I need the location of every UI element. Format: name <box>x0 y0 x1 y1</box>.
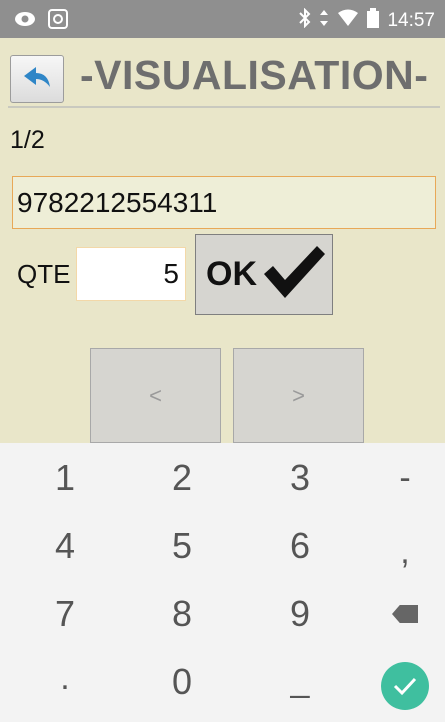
back-button[interactable] <box>10 55 64 103</box>
eye-icon <box>14 11 36 32</box>
key-7[interactable]: 7 <box>15 581 115 647</box>
clock: 14:57 <box>387 10 435 31</box>
key-done[interactable] <box>355 653 445 719</box>
header-divider <box>8 106 440 108</box>
checkmark-icon <box>261 244 327 305</box>
key-3[interactable]: 3 <box>250 445 350 511</box>
key-0[interactable]: 0 <box>132 649 232 715</box>
status-bar: 14:57 <box>0 0 445 38</box>
key-space[interactable]: _ <box>250 647 350 713</box>
key-minus[interactable]: - <box>355 445 445 511</box>
key-backspace[interactable] <box>355 581 445 647</box>
backspace-icon <box>392 605 418 623</box>
barcode-field[interactable]: 9782212554311 <box>12 176 436 229</box>
previous-button[interactable]: < <box>90 348 221 443</box>
bluetooth-icon <box>299 7 311 34</box>
battery-icon <box>367 8 380 34</box>
next-button[interactable]: > <box>233 348 364 443</box>
numeric-keyboard: 1 2 3 - 4 5 6 , 7 8 9 . 0 _ <box>0 443 445 722</box>
key-5[interactable]: 5 <box>132 513 232 579</box>
key-8[interactable]: 8 <box>132 581 232 647</box>
page-title: -VISUALISATION- <box>80 52 429 98</box>
page-counter: 1/2 <box>10 126 45 154</box>
quantity-label: QTE <box>17 259 71 289</box>
ok-button[interactable]: OK <box>195 234 333 315</box>
key-2[interactable]: 2 <box>132 445 232 511</box>
data-arrows-icon <box>319 8 329 34</box>
done-check-icon <box>381 662 429 710</box>
app-bar: -VISUALISATION- <box>0 38 445 110</box>
key-9[interactable]: 9 <box>250 581 350 647</box>
key-1[interactable]: 1 <box>15 445 115 511</box>
sync-icon <box>48 9 68 34</box>
key-4[interactable]: 4 <box>15 513 115 579</box>
quantity-input[interactable]: 5 <box>76 247 186 301</box>
reply-arrow-icon <box>22 65 52 94</box>
ok-button-label: OK <box>206 255 257 293</box>
key-period[interactable]: . <box>15 645 115 711</box>
wifi-icon <box>337 9 359 33</box>
key-comma[interactable]: , <box>355 519 445 585</box>
key-6[interactable]: 6 <box>250 513 350 579</box>
